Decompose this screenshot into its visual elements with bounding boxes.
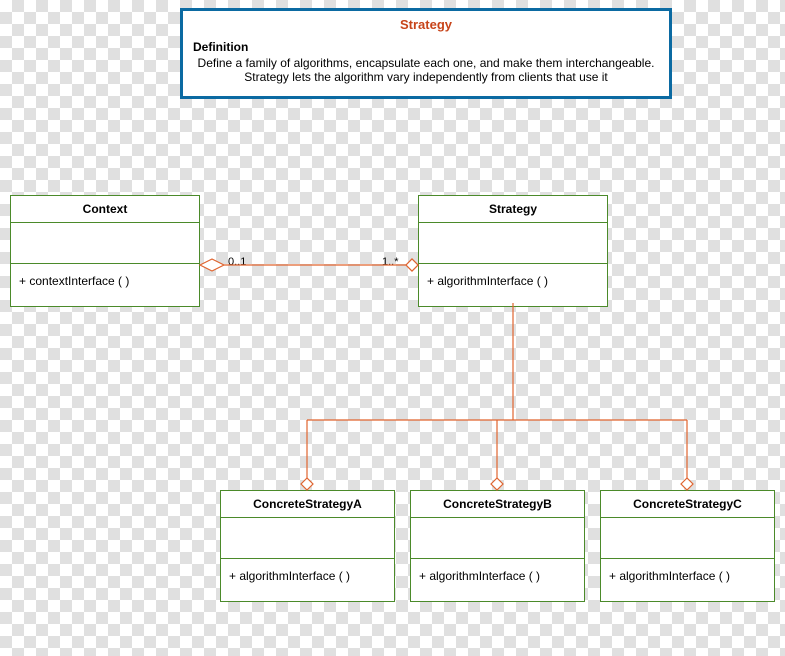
operation: + contextInterface ( )	[19, 274, 129, 288]
diamond-icon	[681, 478, 693, 490]
class-operations: + contextInterface ( )	[11, 264, 199, 306]
class-operations: + algorithmInterface ( )	[221, 559, 394, 601]
class-name: ConcreteStrategyC	[601, 491, 774, 518]
operation: + algorithmInterface ( )	[427, 274, 548, 288]
class-name: Strategy	[419, 196, 607, 223]
pattern-title: Strategy	[193, 17, 659, 32]
uml-class-strategy: Strategy + algorithmInterface ( )	[418, 195, 608, 307]
uml-class-concrete-a: ConcreteStrategyA + algorithmInterface (…	[220, 490, 395, 602]
aggregation-diamond-icon-right	[406, 259, 418, 271]
class-attributes	[601, 518, 774, 559]
class-attributes	[11, 223, 199, 264]
uml-class-context: Context + contextInterface ( )	[10, 195, 200, 307]
diamond-icon	[301, 478, 313, 490]
uml-class-concrete-b: ConcreteStrategyB + algorithmInterface (…	[410, 490, 585, 602]
class-name: ConcreteStrategyB	[411, 491, 584, 518]
operation: + algorithmInterface ( )	[609, 569, 730, 583]
definition-label: Definition	[193, 40, 659, 54]
multiplicity-left: 0..1	[228, 256, 246, 268]
aggregation-diamond-icon	[406, 259, 418, 271]
class-operations: + algorithmInterface ( )	[419, 264, 607, 306]
diamond-icon	[491, 478, 503, 490]
aggregation-diamond-icon	[200, 259, 224, 271]
class-attributes	[221, 518, 394, 559]
class-operations: + algorithmInterface ( )	[601, 559, 774, 601]
diagram-canvas: Strategy Definition Define a family of a…	[0, 0, 785, 656]
pattern-title-box: Strategy Definition Define a family of a…	[180, 8, 672, 99]
class-name: Context	[11, 196, 199, 223]
class-operations: + algorithmInterface ( )	[411, 559, 584, 601]
operation: + algorithmInterface ( )	[229, 569, 350, 583]
operation: + algorithmInterface ( )	[419, 569, 540, 583]
uml-class-concrete-c: ConcreteStrategyC + algorithmInterface (…	[600, 490, 775, 602]
class-attributes	[411, 518, 584, 559]
class-attributes	[419, 223, 607, 264]
class-name: ConcreteStrategyA	[221, 491, 394, 518]
definition-text: Define a family of algorithms, encapsula…	[193, 56, 659, 84]
multiplicity-right: 1..*	[382, 256, 399, 268]
